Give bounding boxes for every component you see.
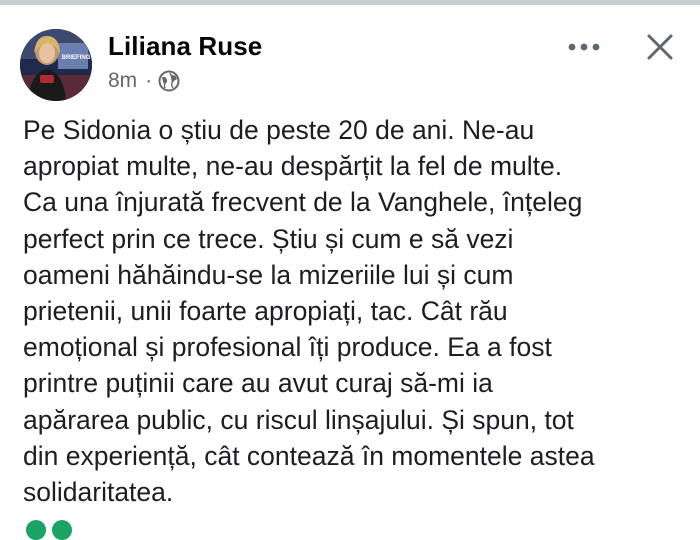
post-body-text: Pe Sidonia o știu de peste 20 de ani. Ne… [23,115,595,508]
more-options-button[interactable] [562,29,606,65]
close-icon [647,34,673,60]
post-meta: 8m · [108,69,180,93]
facebook-post: BRIEFING Liliana Ruse 8m · Pe Sidonia o … [0,5,700,540]
svg-text:BRIEFING: BRIEFING [62,55,91,61]
globe-icon[interactable] [158,70,180,92]
reaction-icon [26,520,46,540]
meta-separator: · [145,69,153,92]
avatar[interactable]: BRIEFING [20,29,92,101]
reaction-icon [52,520,72,540]
close-button[interactable] [640,27,680,67]
post-timestamp[interactable]: 8m [108,69,137,93]
more-horizontal-icon [568,43,600,51]
author-name[interactable]: Liliana Ruse [108,31,262,62]
reactions-bar[interactable] [26,520,78,540]
avatar-photo: BRIEFING [20,29,92,101]
